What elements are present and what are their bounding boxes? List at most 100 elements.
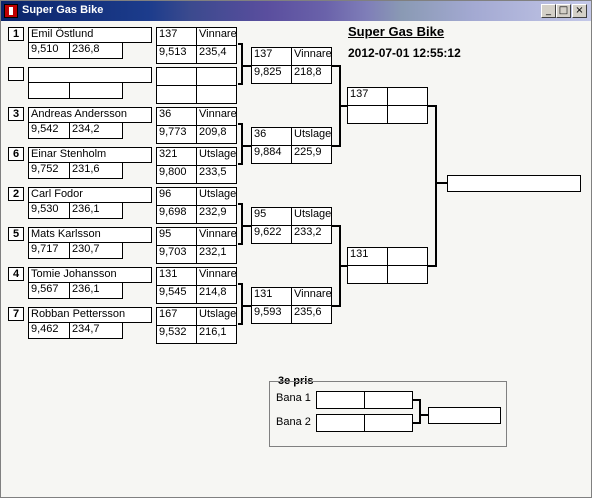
- third-place-winner-box[interactable]: [428, 407, 501, 424]
- maximize-button[interactable]: □: [556, 4, 571, 18]
- round1-result-speed[interactable]: 233,5: [196, 165, 237, 184]
- bracket-line: [435, 182, 447, 184]
- rider-name[interactable]: Tomie Johansson: [28, 267, 152, 283]
- round1-result-status[interactable]: Utslagen: [196, 307, 237, 326]
- round1-result-et[interactable]: 9,698: [156, 205, 197, 224]
- round1-result-number[interactable]: 321: [156, 147, 197, 166]
- rider-speed[interactable]: 234,2: [69, 122, 123, 139]
- round1-result-status[interactable]: Vinnare: [196, 227, 237, 246]
- bracket-line: [241, 283, 243, 325]
- round1-result-status[interactable]: Utslagen: [196, 147, 237, 166]
- rider-speed[interactable]: 236,1: [69, 202, 123, 219]
- round2-result-number[interactable]: 95: [251, 207, 292, 226]
- round2-result-status[interactable]: Vinnare: [291, 287, 332, 306]
- round1-result-speed[interactable]: 235,4: [196, 45, 237, 64]
- round1-result-number[interactable]: 167: [156, 307, 197, 326]
- round1-result-number[interactable]: 36: [156, 107, 197, 126]
- seed-marker: 6: [8, 147, 24, 161]
- bracket-line: [339, 265, 347, 267]
- bracket-line: [241, 123, 243, 165]
- semifinal-result-number[interactable]: 131: [347, 247, 388, 266]
- round1-result-number[interactable]: 96: [156, 187, 197, 206]
- round1-result-status[interactable]: [196, 67, 237, 86]
- round1-result-et[interactable]: 9,545: [156, 285, 197, 304]
- rider-reaction-time[interactable]: 9,752: [28, 162, 70, 179]
- round1-result-number[interactable]: 137: [156, 27, 197, 46]
- lane-2-time-b[interactable]: [364, 414, 413, 432]
- semifinal-result-et[interactable]: [347, 105, 388, 124]
- round2-result-speed[interactable]: 225,9: [291, 145, 332, 164]
- rider-name[interactable]: Robban Pettersson: [28, 307, 152, 323]
- lane-2-time-a[interactable]: [316, 414, 365, 432]
- round1-result-et[interactable]: [156, 85, 197, 104]
- round1-result-number[interactable]: 95: [156, 227, 197, 246]
- round2-result-et[interactable]: 9,825: [251, 65, 292, 84]
- round2-result-speed[interactable]: 235,6: [291, 305, 332, 324]
- round2-result-speed[interactable]: 218,8: [291, 65, 332, 84]
- round2-result-status[interactable]: Utslagen: [291, 207, 332, 226]
- round1-result-status[interactable]: Vinnare: [196, 27, 237, 46]
- round2-result-number[interactable]: 36: [251, 127, 292, 146]
- seed-marker: 3: [8, 107, 24, 121]
- rider-name[interactable]: Carl Fodor: [28, 187, 152, 203]
- semifinal-result-status[interactable]: [387, 87, 428, 106]
- rider-name[interactable]: Andreas Andersson: [28, 107, 152, 123]
- semifinal-result-number[interactable]: 137: [347, 87, 388, 106]
- rider-reaction-time[interactable]: 9,542: [28, 122, 70, 139]
- rider-speed[interactable]: 231,6: [69, 162, 123, 179]
- round2-result-et[interactable]: 9,593: [251, 305, 292, 324]
- semifinal-result-et[interactable]: [347, 265, 388, 284]
- lane-1-time-a[interactable]: [316, 391, 365, 409]
- rider-speed[interactable]: 236,8: [69, 42, 123, 59]
- rider-speed[interactable]: 230,7: [69, 242, 123, 259]
- round1-result-speed[interactable]: 214,8: [196, 285, 237, 304]
- rider-reaction-time[interactable]: 9,530: [28, 202, 70, 219]
- round2-result-status[interactable]: Utslagen: [291, 127, 332, 146]
- round1-result-number[interactable]: [156, 67, 197, 86]
- round2-result-et[interactable]: 9,884: [251, 145, 292, 164]
- seed-marker: 1: [8, 27, 24, 41]
- round1-result-speed[interactable]: [196, 85, 237, 104]
- lane-1-time-b[interactable]: [364, 391, 413, 409]
- round1-result-speed[interactable]: 232,9: [196, 205, 237, 224]
- final-winner-box[interactable]: [447, 175, 581, 192]
- round1-result-status[interactable]: Vinnare: [196, 267, 237, 286]
- round1-result-number[interactable]: 131: [156, 267, 197, 286]
- round2-result-speed[interactable]: 233,2: [291, 225, 332, 244]
- minimize-button[interactable]: _: [541, 4, 556, 18]
- bracket-line: [241, 65, 251, 67]
- semifinal-result-speed[interactable]: [387, 265, 428, 284]
- rider-speed[interactable]: 236,1: [69, 282, 123, 299]
- round1-result-et[interactable]: 9,773: [156, 125, 197, 144]
- round2-result-status[interactable]: Vinnare: [291, 47, 332, 66]
- rider-name[interactable]: [28, 67, 152, 83]
- rider-speed[interactable]: 234,7: [69, 322, 123, 339]
- round2-result-et[interactable]: 9,622: [251, 225, 292, 244]
- rider-reaction-time[interactable]: 9,717: [28, 242, 70, 259]
- round1-result-status[interactable]: Vinnare: [196, 107, 237, 126]
- round1-result-status[interactable]: Utslagen: [196, 187, 237, 206]
- semifinal-result-speed[interactable]: [387, 105, 428, 124]
- round1-result-speed[interactable]: 232,1: [196, 245, 237, 264]
- rider-reaction-time[interactable]: 9,567: [28, 282, 70, 299]
- round2-result-number[interactable]: 137: [251, 47, 292, 66]
- title-bar[interactable]: Super Gas Bike _ □ ×: [1, 1, 591, 21]
- seed-marker: 2: [8, 187, 24, 201]
- rider-name[interactable]: Einar Stenholm: [28, 147, 152, 163]
- round1-result-et[interactable]: 9,703: [156, 245, 197, 264]
- round1-result-et[interactable]: 9,800: [156, 165, 197, 184]
- rider-reaction-time[interactable]: 9,510: [28, 42, 70, 59]
- app-icon[interactable]: [4, 4, 18, 18]
- round1-result-et[interactable]: 9,513: [156, 45, 197, 64]
- rider-speed[interactable]: [69, 82, 123, 99]
- rider-name[interactable]: Mats Karlsson: [28, 227, 152, 243]
- round1-result-speed[interactable]: 216,1: [196, 325, 237, 344]
- rider-reaction-time[interactable]: [28, 82, 70, 99]
- rider-reaction-time[interactable]: 9,462: [28, 322, 70, 339]
- rider-name[interactable]: Emil Östlund: [28, 27, 152, 43]
- close-button[interactable]: ×: [572, 4, 587, 18]
- round1-result-et[interactable]: 9,532: [156, 325, 197, 344]
- semifinal-result-status[interactable]: [387, 247, 428, 266]
- round1-result-speed[interactable]: 209,8: [196, 125, 237, 144]
- round2-result-number[interactable]: 131: [251, 287, 292, 306]
